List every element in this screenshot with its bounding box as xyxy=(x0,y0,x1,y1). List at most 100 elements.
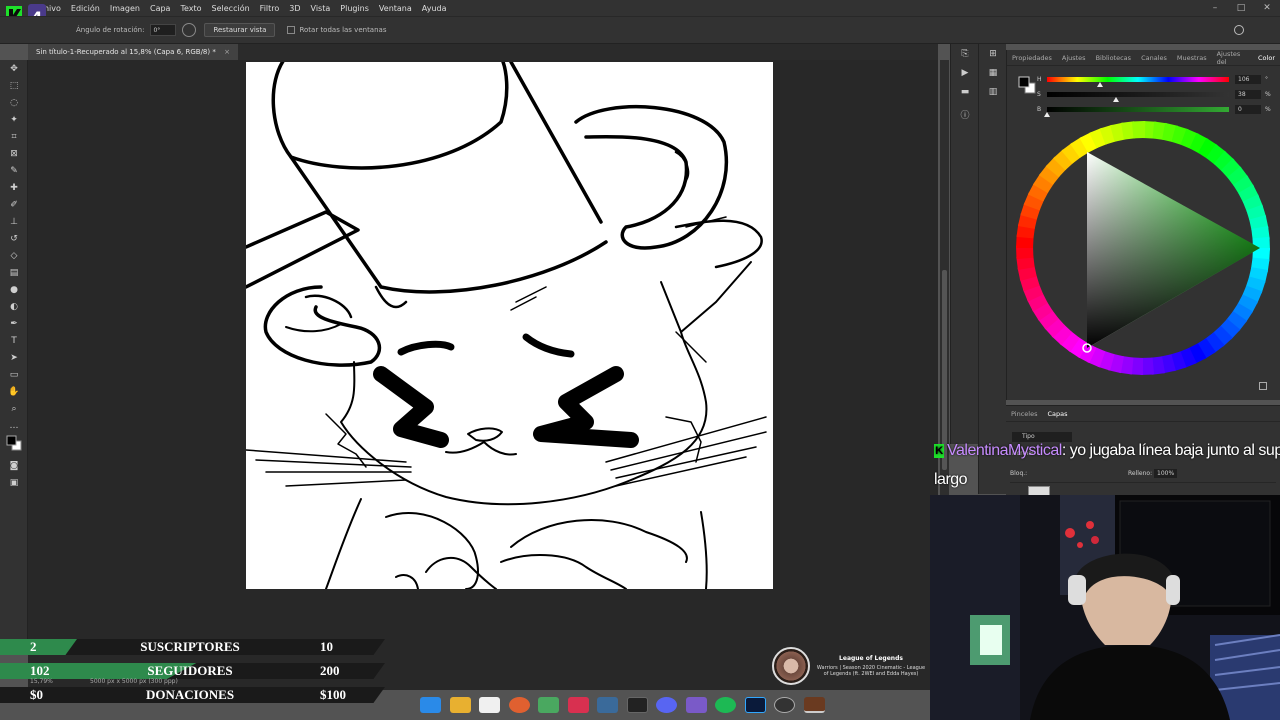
comments-icon[interactable]: ▬ xyxy=(951,82,979,101)
menu-item-11[interactable]: Ayuda xyxy=(417,4,452,13)
twitch-icon[interactable] xyxy=(685,697,707,713)
zoom-level[interactable]: 15,79% xyxy=(30,678,53,685)
zoom-tool-icon[interactable]: ⌕ xyxy=(0,400,28,417)
quick-mask-icon[interactable]: ◙ xyxy=(0,457,28,474)
album-art xyxy=(772,647,810,685)
quick-select-tool-icon[interactable]: ✦ xyxy=(0,111,28,128)
tiktok-icon[interactable] xyxy=(626,697,648,713)
checkbox-icon xyxy=(287,26,296,34)
move-tool-icon[interactable]: ✥ xyxy=(0,60,28,77)
crop-tool-icon[interactable]: ⌗ xyxy=(0,128,28,145)
tab-color-panel-2[interactable]: Bibliotecas xyxy=(1091,54,1136,62)
tab-color-panel-0[interactable]: Propiedades xyxy=(1007,54,1057,62)
menu-list: ArchivoEdiciónImagenCapaTextoSelecciónFi… xyxy=(26,4,452,13)
swatches-panel-icon[interactable]: ▥ xyxy=(979,82,1007,101)
expand-icon[interactable] xyxy=(1259,382,1267,390)
tab-color-panel-5[interactable]: Ajustes del xyxy=(1212,50,1253,66)
menu-item-2[interactable]: Imagen xyxy=(105,4,145,13)
healing-tool-icon[interactable]: ✚ xyxy=(0,179,28,196)
play-actions-icon[interactable]: ▶ xyxy=(951,63,979,82)
menu-item-8[interactable]: Vista xyxy=(306,4,336,13)
more-tools-icon[interactable]: … xyxy=(0,417,28,434)
slider-track[interactable] xyxy=(1047,92,1229,97)
menu-item-9[interactable]: Plugins xyxy=(335,4,374,13)
windows-start-icon[interactable] xyxy=(420,697,441,713)
webcam-feed xyxy=(930,495,1280,720)
rotation-label: Ángulo de rotación: xyxy=(76,26,145,34)
gradient-tool-icon[interactable]: ▤ xyxy=(0,264,28,281)
menu-item-5[interactable]: Selección xyxy=(207,4,255,13)
slider-value-input[interactable]: 0 xyxy=(1235,105,1261,114)
stamp-tool-icon[interactable]: ⊥ xyxy=(0,213,28,230)
tab-layers-panel-0[interactable]: Pinceles xyxy=(1006,410,1042,418)
info-icon[interactable]: ⓘ xyxy=(951,105,979,124)
eraser-tool-icon[interactable]: ◇ xyxy=(0,247,28,264)
status-bar: 15,79% 5000 px x 5000 px (300 ppp) xyxy=(28,676,428,688)
tab-close-icon[interactable]: × xyxy=(224,48,230,56)
reset-view-button[interactable]: Restaurar vista xyxy=(204,23,276,37)
slider-track[interactable] xyxy=(1047,77,1229,82)
fg-bg-swatch-icon[interactable] xyxy=(1017,74,1037,96)
frame-tool-icon[interactable]: ⊠ xyxy=(0,145,28,162)
shape-tool-icon[interactable]: ▭ xyxy=(0,366,28,383)
path-select-tool-icon[interactable]: ➤ xyxy=(0,349,28,366)
spotify-icon[interactable] xyxy=(715,697,736,713)
tab-document[interactable]: Sin título-1-Recuperado al 15,8% (Capa 6… xyxy=(28,44,238,60)
eyedropper-tool-icon[interactable]: ✎ xyxy=(0,162,28,179)
menu-item-7[interactable]: 3D xyxy=(284,4,305,13)
rotation-input[interactable]: 0° xyxy=(150,24,177,36)
maximize-icon[interactable]: □ xyxy=(1228,3,1254,13)
lasso-tool-icon[interactable]: ◌ xyxy=(0,94,28,111)
brush-tool-icon[interactable]: ✐ xyxy=(0,196,28,213)
menu-item-4[interactable]: Texto xyxy=(175,4,206,13)
obs-icon[interactable] xyxy=(774,697,795,713)
slider-handle[interactable] xyxy=(1113,97,1120,102)
game-launcher-icon[interactable] xyxy=(567,697,589,713)
league-client-icon[interactable] xyxy=(803,697,825,713)
dodge-tool-icon[interactable]: ◐ xyxy=(0,298,28,315)
pen-tool-icon[interactable]: ✒ xyxy=(0,315,28,332)
menu-item-10[interactable]: Ventana xyxy=(374,4,417,13)
slider-handle[interactable] xyxy=(1096,82,1103,87)
notepad-icon[interactable] xyxy=(479,697,500,713)
slider-handle[interactable] xyxy=(1044,112,1050,117)
color-wheel[interactable] xyxy=(1015,120,1275,380)
webcam-image xyxy=(930,495,1280,720)
minimize-icon[interactable]: – xyxy=(1202,3,1228,13)
tab-layers-panel-1[interactable]: Capas xyxy=(1042,410,1072,418)
close-icon[interactable]: ✕ xyxy=(1254,3,1280,13)
tab-color-panel-1[interactable]: Ajustes xyxy=(1057,54,1091,62)
properties-panel-icon[interactable]: ⊞ xyxy=(979,44,1007,63)
menu-bar: ArchivoEdiciónImagenCapaTextoSelecciónFi… xyxy=(0,0,1280,16)
artboard[interactable] xyxy=(246,62,773,589)
tab-color-panel-3[interactable]: Canales xyxy=(1136,54,1172,62)
collapsed-panel-strip-2: ⊞ ▦ ▥ xyxy=(978,44,1006,494)
color-swatches-icon[interactable] xyxy=(0,434,28,451)
history-brush-tool-icon[interactable]: ↺ xyxy=(0,230,28,247)
tab-color-panel-4[interactable]: Muestras xyxy=(1172,54,1212,62)
file-explorer-icon[interactable] xyxy=(449,697,471,713)
git-icon[interactable] xyxy=(538,697,559,713)
blur-tool-icon[interactable]: ● xyxy=(0,281,28,298)
rotation-dial-icon[interactable] xyxy=(182,23,197,37)
discord-icon[interactable] xyxy=(656,697,677,713)
hand-tool-icon[interactable]: ✋ xyxy=(0,383,28,400)
tab-color-panel-6[interactable]: Color xyxy=(1253,54,1280,62)
history-panel-icon[interactable]: ⎘ xyxy=(951,44,979,63)
menu-item-1[interactable]: Edición xyxy=(66,4,105,13)
menu-item-3[interactable]: Capa xyxy=(145,4,175,13)
search-icon[interactable] xyxy=(1234,25,1244,35)
slider-track[interactable] xyxy=(1047,107,1229,112)
photoshop-icon[interactable] xyxy=(744,697,766,713)
browser-icon[interactable] xyxy=(508,697,530,713)
marquee-tool-icon[interactable]: ⬚ xyxy=(0,77,28,94)
type-tool-icon[interactable]: T xyxy=(0,332,28,349)
menu-item-6[interactable]: Filtro xyxy=(255,4,285,13)
adjustments-panel-icon[interactable]: ▦ xyxy=(979,63,1007,82)
steam-icon[interactable] xyxy=(597,697,618,713)
goal-target: $100 xyxy=(320,687,346,702)
slider-value-input[interactable]: 106 xyxy=(1235,75,1261,84)
slider-value-input[interactable]: 38 xyxy=(1235,90,1261,99)
rotate-all-checkbox[interactable]: Rotar todas las ventanas xyxy=(287,26,386,34)
screen-mode-icon[interactable]: ▣ xyxy=(0,474,28,491)
